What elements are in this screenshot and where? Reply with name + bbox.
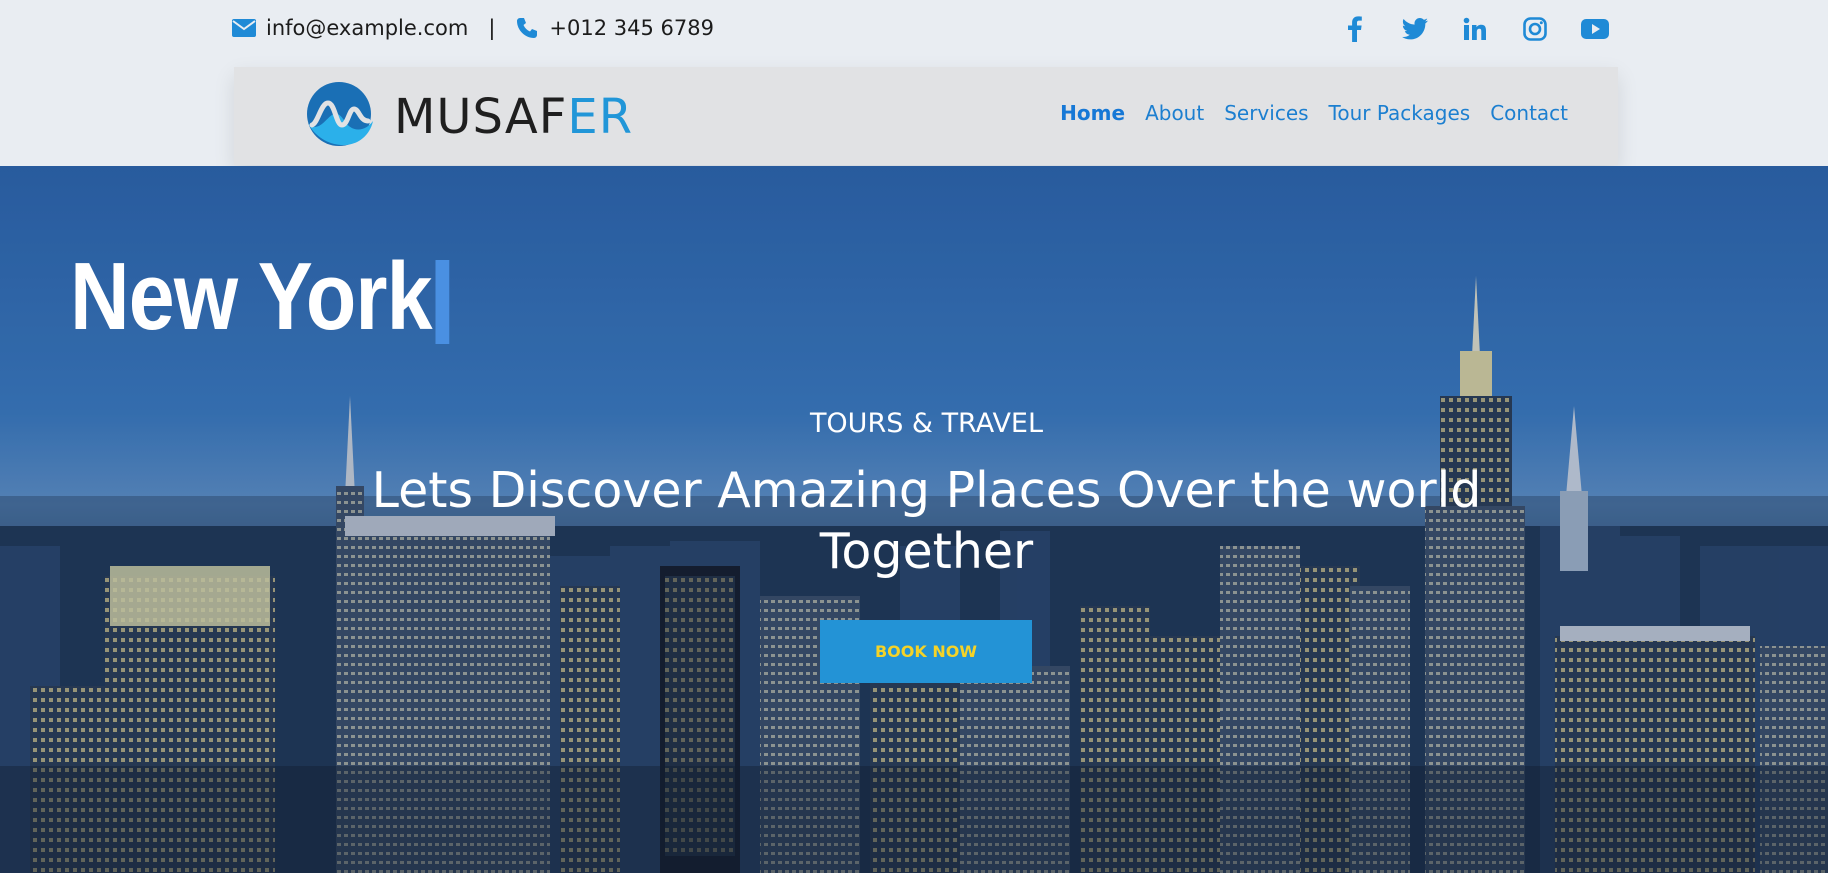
wave-logo-icon — [304, 81, 374, 152]
hero-banner: New York TOURS & TRAVEL Lets Discover Am… — [0, 166, 1828, 873]
hero-subtitle: TOURS & TRAVEL — [809, 408, 1044, 439]
phone-contact[interactable]: +012 345 6789 — [515, 16, 714, 40]
main-nav: Home About Services Tour Packages Contac… — [1040, 101, 1568, 125]
book-now-button[interactable]: BOOK NOW — [820, 620, 1032, 683]
typing-caret — [435, 260, 449, 344]
youtube-icon[interactable] — [1580, 14, 1610, 44]
twitter-icon[interactable] — [1400, 14, 1430, 44]
contact-info: info@example.com | +012 345 6789 — [232, 16, 714, 40]
nav-contact[interactable]: Contact — [1490, 101, 1568, 125]
nav-home[interactable]: Home — [1060, 101, 1125, 125]
navbar: MUSAFER Home About Services Tour Package… — [234, 67, 1618, 165]
envelope-icon — [232, 19, 256, 37]
email-text[interactable]: info@example.com — [266, 16, 468, 40]
nav-services[interactable]: Services — [1224, 101, 1308, 125]
linkedin-icon[interactable] — [1460, 14, 1490, 44]
hero-headline: Lets Discover Amazing Places Over the wo… — [371, 462, 1482, 580]
phone-text[interactable]: +012 345 6789 — [549, 16, 714, 40]
facebook-icon[interactable] — [1340, 14, 1370, 44]
brand-name: MUSAFER — [394, 89, 633, 145]
social-links — [1340, 14, 1610, 44]
city-title-text: New York — [70, 243, 433, 350]
nav-tour-packages[interactable]: Tour Packages — [1329, 101, 1471, 125]
brand-name-part2: ER — [567, 88, 634, 145]
email-contact[interactable]: info@example.com — [232, 16, 468, 40]
brand-logo[interactable]: MUSAFER — [304, 81, 633, 152]
contact-separator: | — [488, 16, 496, 40]
brand-name-part1: MUSAF — [394, 88, 568, 145]
phone-icon — [515, 16, 539, 40]
top-bar: info@example.com | +012 345 6789 MUSAFER… — [0, 0, 1828, 166]
city-title: New York — [70, 242, 449, 352]
instagram-icon[interactable] — [1520, 14, 1550, 44]
nav-about[interactable]: About — [1145, 101, 1204, 125]
